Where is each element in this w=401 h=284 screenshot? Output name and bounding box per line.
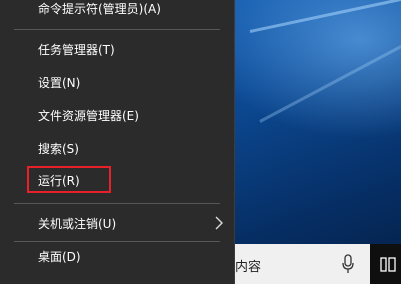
menu-item-label: 搜索(S) (38, 141, 79, 156)
menu-separator (14, 29, 220, 30)
menu-item-label: 文件资源管理器(E) (38, 108, 139, 123)
menu-item-label: 关机或注销(U) (38, 216, 117, 231)
menu-item-task-manager[interactable]: 任务管理器(T) (0, 34, 234, 64)
menu-item-settings[interactable]: 设置(N) (0, 67, 234, 97)
menu-item-label: 桌面(D) (38, 249, 81, 264)
menu-item-label: 设置(N) (38, 75, 81, 90)
menu-item-desktop[interactable]: 桌面(D) (0, 241, 234, 271)
light-beam (249, 0, 401, 33)
taskbar (370, 244, 401, 284)
menu-item-search[interactable]: 搜索(S) (0, 133, 234, 163)
menu-item-shutdown-signout[interactable]: 关机或注销(U) (0, 208, 234, 238)
menu-item-label: 任务管理器(T) (38, 42, 115, 57)
microphone-icon[interactable] (341, 254, 355, 274)
chevron-right-icon (215, 216, 223, 230)
search-placeholder: 内容 (235, 260, 262, 275)
winx-context-menu: 命令提示符(管理员)(A) 任务管理器(T) 设置(N) 文件资源管理器(E) … (0, 0, 235, 284)
menu-separator (14, 203, 220, 204)
menu-item-label: 命令提示符(管理员)(A) (38, 1, 161, 16)
menu-item-command-prompt-admin[interactable]: 命令提示符(管理员)(A) (0, 0, 234, 23)
run-highlight-box (27, 166, 111, 193)
light-beam (259, 45, 401, 123)
menu-item-file-explorer[interactable]: 文件资源管理器(E) (0, 100, 234, 130)
task-view-icon[interactable] (380, 257, 396, 272)
taskbar-search-box[interactable]: 内容 (235, 244, 370, 284)
